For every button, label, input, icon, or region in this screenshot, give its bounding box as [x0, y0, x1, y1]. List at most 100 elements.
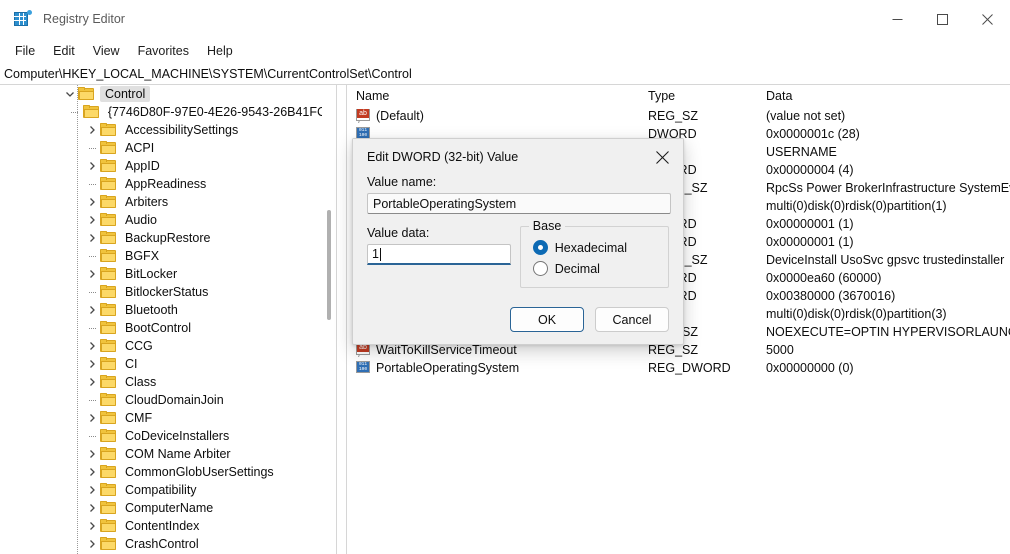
- tree-connector-icon: [84, 175, 100, 193]
- radio-hexadecimal[interactable]: Hexadecimal: [532, 237, 658, 258]
- column-header-data[interactable]: Data: [766, 89, 1010, 103]
- chevron-right-icon[interactable]: [84, 337, 100, 355]
- radio-decimal-label: Decimal: [554, 261, 600, 276]
- chevron-right-icon[interactable]: [84, 445, 100, 463]
- table-row[interactable]: 011 100 PortableOperatingSystem REG_DWORD 0x…: [348, 359, 1010, 377]
- cancel-button[interactable]: Cancel: [595, 307, 669, 332]
- value-data-input[interactable]: 1: [367, 244, 511, 265]
- tree-item-codeviceinstallers[interactable]: CoDeviceInstallers: [0, 427, 336, 445]
- address-bar[interactable]: Computer\HKEY_LOCAL_MACHINE\SYSTEM\Curre…: [0, 64, 1010, 85]
- menu-bar: File Edit View Favorites Help: [0, 38, 1010, 64]
- tree-item-backuprestore[interactable]: BackupRestore: [0, 229, 336, 247]
- chevron-right-icon[interactable]: [84, 517, 100, 535]
- cell-data: multi(0)disk(0)rdisk(0)partition(1): [766, 199, 947, 213]
- tree-item-compatibility[interactable]: Compatibility: [0, 481, 336, 499]
- chevron-right-icon[interactable]: [84, 229, 100, 247]
- ok-button[interactable]: OK: [510, 307, 584, 332]
- registry-icon: [14, 10, 32, 28]
- chevron-right-icon[interactable]: [84, 373, 100, 391]
- chevron-right-icon[interactable]: [84, 121, 100, 139]
- tree-item-bitlockerstatus[interactable]: BitlockerStatus: [0, 283, 336, 301]
- chevron-right-icon[interactable]: [84, 409, 100, 427]
- tree-item-accessibilitysettings[interactable]: AccessibilitySettings: [0, 121, 336, 139]
- chevron-right-icon[interactable]: [84, 193, 100, 211]
- tree-item-label: CMF: [125, 411, 153, 425]
- maximize-icon[interactable]: [920, 0, 965, 38]
- tree-item-label: Bluetooth: [125, 303, 178, 317]
- close-icon[interactable]: [641, 139, 683, 175]
- tree-item-class[interactable]: Class: [0, 373, 336, 391]
- table-row[interactable]: ab (Default) REG_SZ (value not set): [348, 107, 1010, 125]
- chevron-down-icon[interactable]: [62, 85, 78, 103]
- tree-item-appid[interactable]: AppID: [0, 157, 336, 175]
- folder-icon: [82, 105, 100, 119]
- radio-decimal[interactable]: Decimal: [532, 258, 658, 279]
- tree-item-com-name-arbiter[interactable]: COM Name Arbiter: [0, 445, 336, 463]
- tree-item-bootcontrol[interactable]: BootControl: [0, 319, 336, 337]
- cell-data: 0x00380000 (3670016): [766, 289, 896, 303]
- menu-help[interactable]: Help: [198, 41, 242, 61]
- tree-item-ccg[interactable]: CCG: [0, 337, 336, 355]
- folder-icon: [100, 303, 117, 317]
- tree-item-label: AccessibilitySettings: [125, 123, 239, 137]
- folder-icon: [100, 177, 117, 191]
- tree-item-bitlocker[interactable]: BitLocker: [0, 265, 336, 283]
- chevron-right-icon[interactable]: [84, 499, 100, 517]
- cell-type: REG_SZ: [648, 109, 699, 123]
- tree-item-label: BootControl: [125, 321, 192, 335]
- tree-item-acpi[interactable]: ACPI: [0, 139, 336, 157]
- tree-item-cmf[interactable]: CMF: [0, 409, 336, 427]
- tree-item-arbiters[interactable]: Arbiters: [0, 193, 336, 211]
- tree-connector-icon: [84, 283, 100, 301]
- column-header-type[interactable]: Type: [648, 89, 766, 103]
- tree-item-crashcontrol[interactable]: CrashControl: [0, 535, 336, 553]
- menu-view[interactable]: View: [84, 41, 129, 61]
- tree-item-bluetooth[interactable]: Bluetooth: [0, 301, 336, 319]
- tree-scrollbar[interactable]: [322, 85, 336, 554]
- chevron-right-icon[interactable]: [84, 355, 100, 373]
- tree-item-appreadiness[interactable]: AppReadiness: [0, 175, 336, 193]
- tree-item-ci[interactable]: CI: [0, 355, 336, 373]
- close-icon[interactable]: [965, 0, 1010, 38]
- menu-favorites[interactable]: Favorites: [129, 41, 198, 61]
- tree-item-computername[interactable]: ComputerName: [0, 499, 336, 517]
- minimize-icon[interactable]: [875, 0, 920, 38]
- base-fieldset: Base Hexadecimal Decimal: [519, 219, 669, 288]
- column-header-name[interactable]: Name: [348, 89, 648, 103]
- registry-tree[interactable]: Control {7746D80F-97E0-4E26-9543-26B41FC2…: [0, 85, 336, 554]
- radio-decimal-indicator[interactable]: [532, 261, 548, 276]
- tree-item-control[interactable]: Control: [0, 85, 336, 103]
- tree-item-label: Class: [125, 375, 157, 389]
- menu-file[interactable]: File: [6, 41, 44, 61]
- folder-icon: [100, 267, 117, 281]
- cell-data: multi(0)disk(0)rdisk(0)partition(3): [766, 307, 947, 321]
- chevron-right-icon[interactable]: [84, 535, 100, 553]
- string-value-icon: ab: [356, 343, 371, 357]
- menu-edit[interactable]: Edit: [44, 41, 84, 61]
- tree-item-bgfx[interactable]: BGFX: [0, 247, 336, 265]
- chevron-right-icon[interactable]: [84, 265, 100, 283]
- value-name-input[interactable]: PortableOperatingSystem: [367, 193, 671, 214]
- panel-splitter[interactable]: [336, 85, 347, 554]
- radio-hexadecimal-indicator[interactable]: [532, 240, 548, 255]
- chevron-right-icon[interactable]: [84, 211, 100, 229]
- chevron-right-icon[interactable]: [84, 463, 100, 481]
- chevron-right-icon[interactable]: [84, 301, 100, 319]
- edit-dword-dialog: Edit DWORD (32-bit) Value Value name: Po…: [352, 138, 684, 345]
- tree-scrollbar-thumb[interactable]: [327, 210, 331, 320]
- tree-item-commonglobusersettings[interactable]: CommonGlobUserSettings: [0, 463, 336, 481]
- tree-item-7746d80f-97e0-4e26-9543-26b41fc2[interactable]: {7746D80F-97E0-4E26-9543-26B41FC2: [0, 103, 336, 121]
- dialog-title: Edit DWORD (32-bit) Value: [367, 150, 519, 164]
- value-data-label: Value data:: [367, 226, 430, 240]
- chevron-right-icon[interactable]: [84, 157, 100, 175]
- folder-icon: [100, 357, 117, 371]
- folder-icon: [100, 375, 117, 389]
- dialog-body: Value name: PortableOperatingSystem Valu…: [353, 175, 683, 288]
- tree-item-contentindex[interactable]: ContentIndex: [0, 517, 336, 535]
- dialog-title-bar: Edit DWORD (32-bit) Value: [353, 139, 683, 175]
- tree-item-clouddomainjoin[interactable]: CloudDomainJoin: [0, 391, 336, 409]
- tree-connector-icon: [84, 139, 100, 157]
- tree-item-audio[interactable]: Audio: [0, 211, 336, 229]
- chevron-right-icon[interactable]: [84, 481, 100, 499]
- folder-icon: [100, 141, 117, 155]
